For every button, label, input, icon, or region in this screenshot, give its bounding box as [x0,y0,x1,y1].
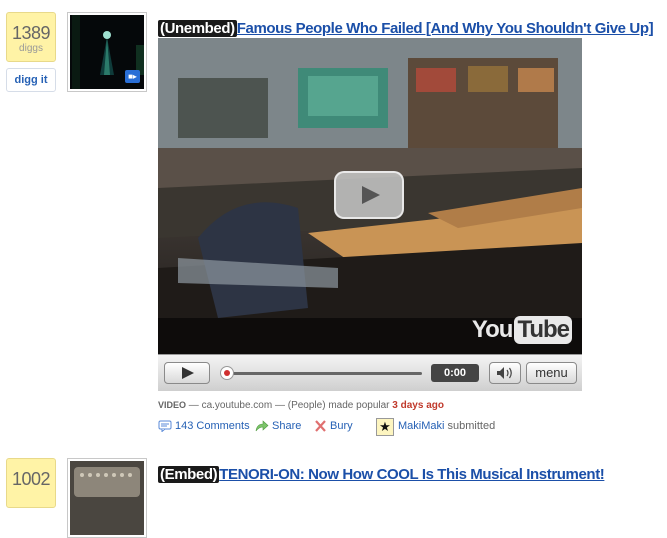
story-title-link[interactable]: TENORI-ON: Now How COOL Is This Musical … [219,466,605,483]
story-thumbnail[interactable]: ■▸ [67,12,147,92]
digg-count-box: 1002 [6,458,56,508]
play-icon [362,186,380,204]
popular-time-ago: 3 days ago [392,400,444,411]
story-title-row: (Unembed) Famous People Who Failed [And W… [158,20,654,37]
time-display: 0:00 [431,364,479,382]
youtube-logo-tube: Tube [514,316,572,344]
submitter-info: MakiMaki submitted [398,420,495,432]
youtube-logo-you: You [471,316,514,343]
source-domain[interactable]: ca.youtube.com [202,400,273,411]
big-play-button[interactable] [334,171,404,219]
youtube-player[interactable]: You Tube 0:00 menu [158,38,582,391]
video-frame[interactable]: You Tube [158,38,582,354]
play-pause-button[interactable] [164,362,210,384]
bury-link[interactable]: Bury [314,420,353,432]
comment-bubble-icon [158,420,172,432]
submitter-avatar[interactable]: ★ [376,418,394,436]
meta-separator: — [272,400,288,411]
made-popular-text: made popular [325,400,393,411]
progress-scrubber[interactable] [220,366,234,380]
story-title-row: (Embed) TENORI-ON: Now How COOL Is This M… [158,466,605,483]
unembed-tag[interactable]: (Unembed) [158,20,237,37]
volume-button[interactable] [489,362,521,384]
embed-tag[interactable]: (Embed) [158,466,220,483]
share-label[interactable]: Share [272,420,301,432]
youtube-logo: You Tube [472,316,572,344]
video-camera-icon: ■▸ [125,70,140,83]
progress-track[interactable] [222,372,422,375]
submitter-username[interactable]: MakiMaki [398,420,444,432]
bury-label[interactable]: Bury [330,420,353,432]
digg-count-label: diggs [19,43,43,54]
thumbnail-image [70,461,144,535]
speaker-icon [497,367,512,379]
meta-separator: — [186,400,202,411]
digg-it-button[interactable]: digg it [6,68,56,92]
digg-count: 1002 [11,469,51,489]
digg-count: 1389 [11,23,51,43]
topic-category[interactable]: (People) [288,400,326,411]
comments-link[interactable]: 143 Comments [158,420,250,432]
story-thumbnail[interactable] [67,458,147,538]
story-meta: VIDEO — ca.youtube.com — (People) made p… [158,400,444,411]
digg-count-box: 1389 diggs [6,12,56,62]
bury-x-icon [315,420,326,432]
submitted-text: submitted [444,420,496,432]
comments-count[interactable]: 143 Comments [175,420,250,432]
share-arrow-icon [255,420,269,432]
media-type: VIDEO [158,400,187,410]
play-icon [182,367,194,379]
player-controls: 0:00 menu [158,354,582,391]
menu-button[interactable]: menu [526,362,577,384]
share-link[interactable]: Share [255,420,301,432]
story-title-link[interactable]: Famous People Who Failed [And Why You Sh… [237,20,654,37]
